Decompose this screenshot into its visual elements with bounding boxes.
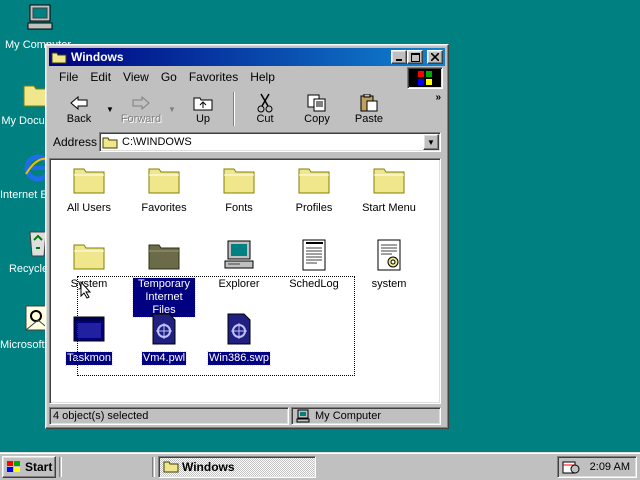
list-item[interactable]: Win386.swp bbox=[202, 313, 276, 366]
scheduler-icon[interactable] bbox=[562, 459, 580, 475]
title-bar[interactable]: Windows bbox=[49, 48, 445, 66]
special-folder-icon bbox=[148, 244, 180, 270]
folder-icon bbox=[73, 168, 105, 194]
back-dropdown[interactable]: ▼ bbox=[105, 90, 115, 128]
copy-icon bbox=[307, 94, 326, 112]
mouse-pointer-icon bbox=[80, 281, 92, 299]
explorer-window[interactable]: Windows File Edit View Go Favorites Help… bbox=[45, 44, 449, 429]
window-title: Windows bbox=[71, 50, 124, 64]
list-item[interactable]: system bbox=[352, 239, 426, 291]
menu-edit[interactable]: Edit bbox=[84, 70, 117, 84]
windows-logo-icon bbox=[418, 71, 432, 85]
start-button[interactable]: Start bbox=[2, 455, 56, 478]
minimize-icon bbox=[396, 59, 402, 61]
back-arrow-icon bbox=[70, 96, 88, 110]
menu-file[interactable]: File bbox=[53, 70, 84, 84]
menu-go[interactable]: Go bbox=[155, 70, 183, 84]
minimize-button[interactable] bbox=[391, 50, 407, 64]
list-item[interactable]: Profiles bbox=[277, 163, 351, 215]
folder-icon bbox=[73, 244, 105, 270]
address-bar: Address C:\WINDOWS ▼ bbox=[49, 130, 445, 154]
forward-arrow-icon bbox=[132, 96, 150, 110]
list-item[interactable]: SchedLog bbox=[277, 239, 351, 291]
forward-button[interactable]: Forward bbox=[115, 90, 167, 128]
system-file-icon bbox=[152, 313, 176, 345]
list-item[interactable]: Vm4.pwl bbox=[127, 313, 201, 366]
system-file-icon bbox=[227, 313, 251, 345]
scissors-icon bbox=[257, 93, 273, 113]
maximize-button[interactable] bbox=[407, 50, 423, 64]
folder-icon bbox=[148, 168, 180, 194]
paste-icon bbox=[360, 94, 378, 112]
folder-icon bbox=[163, 461, 179, 473]
maximize-icon bbox=[410, 52, 420, 62]
taskbar-window-label: Windows bbox=[182, 459, 235, 474]
address-dropdown-button[interactable]: ▼ bbox=[423, 134, 439, 150]
explorer-app-icon bbox=[224, 240, 254, 269]
status-selection-count: 4 object(s) selected bbox=[49, 407, 289, 425]
status-bar: 4 object(s) selected My Computer bbox=[49, 407, 441, 427]
copy-button[interactable]: Copy bbox=[291, 90, 343, 128]
taskbar-divider bbox=[59, 456, 62, 477]
cut-button[interactable]: Cut bbox=[239, 90, 291, 128]
address-label: Address bbox=[53, 135, 98, 149]
clock[interactable]: 2:09 AM bbox=[590, 461, 630, 473]
folder-icon bbox=[223, 168, 255, 194]
folder-icon bbox=[373, 168, 405, 194]
folder-icon bbox=[51, 52, 67, 64]
address-value: C:\WINDOWS bbox=[122, 136, 192, 148]
chevron-down-icon: ▼ bbox=[427, 137, 435, 147]
toolbar-separator bbox=[233, 92, 235, 126]
list-item[interactable]: Favorites bbox=[127, 163, 201, 215]
close-icon bbox=[431, 53, 439, 61]
menu-bar: File Edit View Go Favorites Help bbox=[49, 66, 445, 89]
up-folder-icon bbox=[193, 97, 213, 111]
taskbar-divider bbox=[152, 456, 155, 477]
quick-launch-area bbox=[65, 457, 149, 477]
start-label: Start bbox=[25, 459, 53, 474]
list-item[interactable]: Taskmon bbox=[52, 313, 126, 366]
status-zone-label: My Computer bbox=[315, 410, 382, 422]
menu-help[interactable]: Help bbox=[244, 70, 281, 84]
list-item[interactable]: Explorer bbox=[202, 239, 276, 291]
up-button[interactable]: Up bbox=[177, 90, 229, 128]
back-button[interactable]: Back bbox=[53, 90, 105, 128]
paste-button[interactable]: Paste bbox=[343, 90, 395, 128]
list-item[interactable]: All Users bbox=[52, 163, 126, 215]
status-zone: My Computer bbox=[291, 407, 441, 425]
windows-logo-icon bbox=[7, 460, 20, 472]
computer-icon bbox=[27, 4, 53, 30]
menu-view[interactable]: View bbox=[117, 70, 155, 84]
windows-logo-throbber bbox=[407, 67, 443, 89]
text-document-icon bbox=[302, 239, 326, 271]
list-item[interactable]: Temporary Internet Files bbox=[127, 239, 201, 318]
application-window-icon bbox=[73, 316, 105, 342]
list-item[interactable]: Start Menu bbox=[352, 163, 426, 215]
folder-icon bbox=[298, 168, 330, 194]
taskbar-window-button[interactable]: Windows bbox=[158, 455, 316, 478]
settings-document-icon bbox=[377, 239, 401, 271]
folder-icon bbox=[102, 137, 118, 148]
menu-favorites[interactable]: Favorites bbox=[183, 70, 244, 84]
address-input[interactable]: C:\WINDOWS ▼ bbox=[99, 132, 441, 152]
taskbar: Start Windows 2:09 AM bbox=[0, 452, 640, 480]
list-item[interactable]: Fonts bbox=[202, 163, 276, 215]
close-button[interactable] bbox=[427, 50, 443, 64]
system-tray: 2:09 AM bbox=[557, 456, 637, 478]
file-list-view[interactable]: All Users Favorites Fonts Profiles Start… bbox=[49, 158, 441, 404]
computer-icon bbox=[296, 409, 310, 423]
toolbar: Back ▼ Forward ▼ Up Cut Copy Paste » bbox=[49, 88, 445, 130]
forward-dropdown[interactable]: ▼ bbox=[167, 90, 177, 128]
toolbar-more-chevron[interactable]: » bbox=[435, 92, 441, 103]
